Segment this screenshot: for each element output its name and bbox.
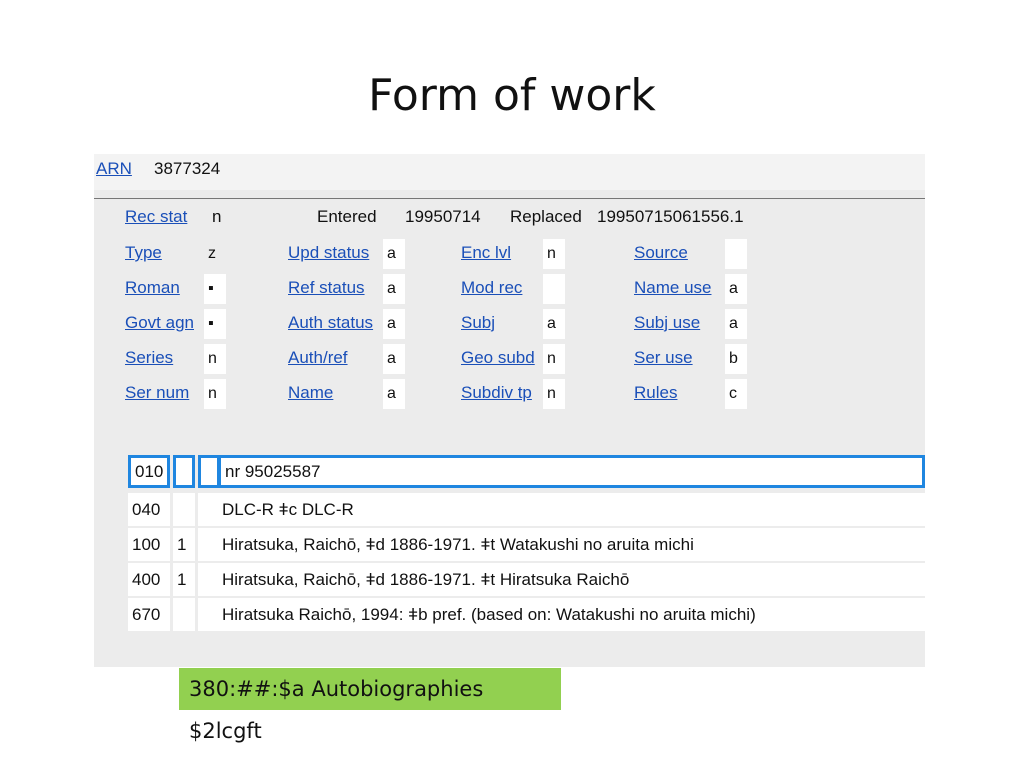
arn-link[interactable]: ARN	[96, 159, 132, 179]
field-row-670[interactable]: 670 Hiratsuka Raichō, 1994: ǂb pref. (ba…	[128, 598, 925, 631]
name-use-value[interactable]: a	[725, 274, 747, 304]
upd-status-link[interactable]: Upd status	[288, 243, 369, 263]
name-link[interactable]: Name	[288, 383, 333, 403]
upd-status-value[interactable]: a	[383, 239, 405, 269]
subj-value[interactable]: a	[543, 309, 565, 339]
rec-stat-link[interactable]: Rec stat	[125, 207, 187, 227]
field-row-400[interactable]: 400 1 Hiratsuka, Raichō, ǂd 1886-1971. ǂ…	[128, 563, 925, 596]
ind2-cell[interactable]	[198, 455, 220, 488]
replaced-value: 19950715061556.1	[597, 207, 744, 226]
content-cell[interactable]: Hiratsuka, Raichō, ǂd 1886-1971. ǂt Hira…	[218, 563, 925, 596]
authority-record-panel: ARN 3877324 Rec stat n Entered 19950714 …	[94, 154, 925, 667]
ind1-cell[interactable]	[173, 493, 195, 526]
content-cell[interactable]: Hiratsuka Raichō, 1994: ǂb pref. (based …	[218, 598, 925, 631]
arn-row: ARN 3877324	[94, 154, 925, 190]
rules-value[interactable]: c	[725, 379, 747, 409]
ser-use-link[interactable]: Ser use	[634, 348, 693, 368]
enc-lvl-link[interactable]: Enc lvl	[461, 243, 511, 263]
header-divider	[94, 198, 925, 199]
subj-link[interactable]: Subj	[461, 313, 495, 333]
entered-value: 19950714	[405, 207, 481, 226]
subj-use-value[interactable]: a	[725, 309, 747, 339]
ind1-cell[interactable]	[173, 598, 195, 631]
source-value[interactable]	[725, 239, 747, 269]
geo-subd-value[interactable]: n	[543, 344, 565, 374]
ser-num-link[interactable]: Ser num	[125, 383, 189, 403]
tag-cell[interactable]: 670	[128, 598, 170, 631]
mod-rec-value[interactable]	[543, 274, 565, 304]
geo-subd-link[interactable]: Geo subd	[461, 348, 535, 368]
ind2-cell[interactable]	[198, 493, 220, 526]
govt-agn-value[interactable]: ▪	[204, 309, 226, 339]
field-row-100[interactable]: 100 1 Hiratsuka, Raichō, ǂd 1886-1971. ǂ…	[128, 528, 925, 561]
subdiv-tp-link[interactable]: Subdiv tp	[461, 383, 532, 403]
auth-ref-value[interactable]: a	[383, 344, 405, 374]
name-use-link[interactable]: Name use	[634, 278, 711, 298]
field-row-040[interactable]: 040 DLC-R ǂc DLC-R	[128, 493, 925, 526]
ref-status-link[interactable]: Ref status	[288, 278, 365, 298]
subj-use-link[interactable]: Subj use	[634, 313, 700, 333]
type-link[interactable]: Type	[125, 243, 162, 263]
auth-status-value[interactable]: a	[383, 309, 405, 339]
auth-ref-link[interactable]: Auth/ref	[288, 348, 348, 368]
mod-rec-link[interactable]: Mod rec	[461, 278, 522, 298]
ref-status-value[interactable]: a	[383, 274, 405, 304]
auth-status-link[interactable]: Auth status	[288, 313, 373, 333]
ind2-cell[interactable]	[198, 598, 220, 631]
roman-link[interactable]: Roman	[125, 278, 180, 298]
content-cell[interactable]: nr 95025587	[218, 455, 925, 488]
ser-num-value[interactable]: n	[204, 379, 226, 409]
series-link[interactable]: Series	[125, 348, 173, 368]
ser-use-value[interactable]: b	[725, 344, 747, 374]
enc-lvl-value[interactable]: n	[543, 239, 565, 269]
tag-cell[interactable]: 100	[128, 528, 170, 561]
ind2-cell[interactable]	[198, 563, 220, 596]
tag-cell[interactable]: 010	[128, 455, 170, 488]
rules-link[interactable]: Rules	[634, 383, 677, 403]
tag-cell[interactable]: 400	[128, 563, 170, 596]
series-value[interactable]: n	[204, 344, 226, 374]
content-cell[interactable]: DLC-R ǂc DLC-R	[218, 493, 925, 526]
ind2-cell[interactable]	[198, 528, 220, 561]
replaced-label: Replaced	[510, 207, 582, 226]
arn-value: 3877324	[154, 159, 221, 178]
rec-stat-value: n	[212, 207, 222, 226]
slide-title: Form of work	[368, 70, 656, 121]
name-value[interactable]: a	[383, 379, 405, 409]
roman-value[interactable]: ▪	[204, 274, 226, 304]
type-value[interactable]: z	[204, 239, 226, 269]
source-link[interactable]: Source	[634, 243, 688, 263]
ind1-cell[interactable]	[173, 455, 195, 488]
content-cell[interactable]: Hiratsuka, Raichō, ǂd 1886-1971. ǂt Wata…	[218, 528, 925, 561]
field-380-callout: 380:##:$a Autobiographies $2lcgft	[179, 668, 561, 743]
field-row-010[interactable]: 010 nr 95025587	[128, 455, 925, 488]
ind1-cell[interactable]: 1	[173, 528, 195, 561]
entered-label: Entered	[317, 207, 377, 226]
subdiv-tp-value[interactable]: n	[543, 379, 565, 409]
tag-cell[interactable]: 040	[128, 493, 170, 526]
ind1-cell[interactable]: 1	[173, 563, 195, 596]
govt-agn-link[interactable]: Govt agn	[125, 313, 194, 333]
